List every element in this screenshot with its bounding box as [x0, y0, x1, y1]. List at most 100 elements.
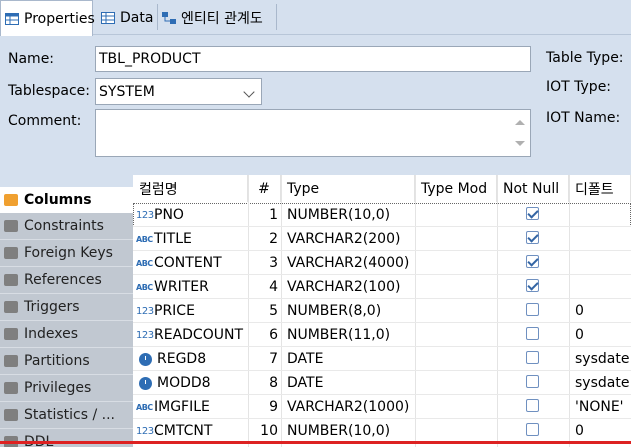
table-row-type-mod-cell[interactable]: [415, 251, 497, 275]
not-null-checkbox[interactable]: [526, 399, 539, 412]
not-null-checkbox[interactable]: [526, 351, 539, 364]
table-row-type-mod-cell[interactable]: [415, 203, 497, 227]
not-null-checkbox[interactable]: [526, 375, 539, 388]
table-row-name-cell[interactable]: ABC TITLE: [136, 227, 247, 251]
table-row-name-cell[interactable]: 123 READCOUNT: [136, 323, 247, 347]
table-row-type-mod-cell[interactable]: [415, 419, 497, 443]
scroll-down-arrow-icon[interactable]: [515, 141, 525, 146]
table-row-default-cell[interactable]: [569, 275, 631, 299]
column-name: TITLE: [154, 231, 192, 247]
table-row-default-cell[interactable]: 0: [569, 419, 631, 443]
sidebar-item-privileges[interactable]: Privileges: [0, 375, 133, 402]
table-row-type-cell[interactable]: NUMBER(10,0): [281, 419, 415, 443]
table-row-ordinal-cell[interactable]: 2: [248, 227, 281, 251]
table-row-ordinal-cell[interactable]: 1: [248, 203, 281, 227]
table-row-type-cell[interactable]: VARCHAR2(100): [281, 275, 415, 299]
table-row-ordinal-cell[interactable]: 8: [248, 371, 281, 395]
tab-data[interactable]: Data: [97, 0, 155, 35]
column-name: READCOUNT: [154, 327, 243, 343]
table-row-type-cell[interactable]: NUMBER(10,0): [281, 203, 415, 227]
table-row-ordinal-cell[interactable]: 4: [248, 275, 281, 299]
text-type-icon: ABC: [136, 234, 153, 244]
table-row-ordinal-cell[interactable]: 3: [248, 251, 281, 275]
table-row-type-mod-cell[interactable]: [415, 275, 497, 299]
table-row-type-mod-cell[interactable]: [415, 299, 497, 323]
table-row-type-mod-cell[interactable]: [415, 227, 497, 251]
not-null-checkbox[interactable]: [526, 423, 539, 436]
table-row-default-cell[interactable]: 0: [569, 299, 631, 323]
table-row-name-cell[interactable]: ABC CONTENT: [136, 251, 247, 275]
numeric-type-icon: 123: [136, 209, 154, 221]
column-header-default[interactable]: 디폴트: [569, 175, 631, 202]
tab-divider: [276, 4, 277, 30]
name-input[interactable]: TBL_PRODUCT: [95, 46, 531, 72]
table-row-default-cell[interactable]: 'NONE': [569, 395, 631, 419]
sidebar-item-indexes[interactable]: Indexes: [0, 321, 133, 348]
table-row-ordinal-cell[interactable]: 6: [248, 323, 281, 347]
sidebar-item-constraints[interactable]: Constraints: [0, 213, 133, 240]
tablespace-value: SYSTEM: [99, 83, 155, 100]
table-row-default-cell[interactable]: sysdate: [569, 347, 631, 371]
table-row-name-cell[interactable]: ABC IMGFILE: [136, 395, 247, 419]
clock-icon: [139, 352, 152, 366]
chevron-down-icon[interactable]: [243, 86, 255, 98]
table-row-name-cell[interactable]: ABC WRITER: [136, 275, 247, 299]
table-row-default-cell[interactable]: [569, 203, 631, 227]
scroll-up-arrow-icon[interactable]: [515, 120, 525, 125]
table-icon: [5, 12, 19, 25]
table-row-ordinal-cell[interactable]: 10: [248, 419, 281, 443]
iot-name-label: IOT Name:: [546, 110, 621, 126]
table-row-name-cell[interactable]: MODD8: [136, 371, 247, 395]
table-row-ordinal-cell[interactable]: 7: [248, 347, 281, 371]
table-row-type-cell[interactable]: NUMBER(8,0): [281, 299, 415, 323]
sidebar-item-statistics[interactable]: Statistics / ...: [0, 402, 133, 429]
table-row-type-mod-cell[interactable]: [415, 323, 497, 347]
column-header-number[interactable]: #: [248, 175, 281, 202]
sidebar-item-references[interactable]: References: [0, 267, 133, 294]
table-row-type-cell[interactable]: VARCHAR2(4000): [281, 251, 415, 275]
column-header-type[interactable]: Type: [281, 175, 415, 202]
sidebar-item-ddl[interactable]: DDL: [0, 429, 133, 447]
sidebar-item-foreign-keys[interactable]: Foreign Keys: [0, 240, 133, 267]
tab-er-diagram[interactable]: 엔티티 관계도: [158, 0, 276, 35]
table-row-type-cell[interactable]: VARCHAR2(200): [281, 227, 415, 251]
table-row-ordinal-cell[interactable]: 9: [248, 395, 281, 419]
table-row-type-mod-cell[interactable]: [415, 371, 497, 395]
sidebar-item-partitions[interactable]: Partitions: [0, 348, 133, 375]
tab-properties[interactable]: Properties: [0, 0, 95, 36]
table-row-default-cell[interactable]: 0: [569, 323, 631, 347]
sidebar-item-label: Triggers: [24, 299, 80, 315]
not-null-checkbox[interactable]: [526, 279, 539, 292]
table-row-type-mod-cell[interactable]: [415, 395, 497, 419]
table-row-type-cell[interactable]: VARCHAR2(1000): [281, 395, 415, 419]
column-header-type-mod[interactable]: Type Mod: [415, 175, 497, 202]
not-null-checkbox[interactable]: [526, 231, 539, 244]
not-null-checkbox[interactable]: [526, 327, 539, 340]
table-row-type-cell[interactable]: DATE: [281, 347, 415, 371]
folder-icon: [4, 301, 18, 313]
column-header-name[interactable]: 컬럼명: [133, 175, 248, 202]
column-header-not-null[interactable]: Not Null: [497, 175, 569, 202]
table-row-name-cell[interactable]: 123 PNO: [136, 203, 247, 227]
sidebar-item-triggers[interactable]: Triggers: [0, 294, 133, 321]
tablespace-select[interactable]: SYSTEM: [95, 78, 262, 105]
comment-textarea[interactable]: [95, 109, 531, 157]
not-null-checkbox[interactable]: [526, 255, 539, 268]
not-null-checkbox[interactable]: [526, 303, 539, 316]
table-row-name-cell[interactable]: 123 PRICE: [136, 299, 247, 323]
table-row-default-cell[interactable]: [569, 251, 631, 275]
table-row-type-mod-cell[interactable]: [415, 347, 497, 371]
text-type-icon: ABC: [136, 402, 153, 412]
numeric-type-icon: 123: [136, 329, 154, 341]
table-row-ordinal-cell[interactable]: 5: [248, 299, 281, 323]
sidebar-item-columns[interactable]: Columns: [0, 187, 133, 214]
table-row-name-cell[interactable]: 123 CMTCNT: [136, 419, 247, 443]
not-null-checkbox[interactable]: [526, 207, 539, 220]
table-row-type-cell[interactable]: DATE: [281, 371, 415, 395]
table-row-type-cell[interactable]: NUMBER(11,0): [281, 323, 415, 347]
table-row-default-cell[interactable]: sysdate: [569, 371, 631, 395]
table-row-default-cell[interactable]: [569, 227, 631, 251]
name-label: Name:: [8, 51, 55, 67]
table-row-name-cell[interactable]: REGD8: [136, 347, 247, 371]
column-name: REGD8: [157, 351, 207, 367]
